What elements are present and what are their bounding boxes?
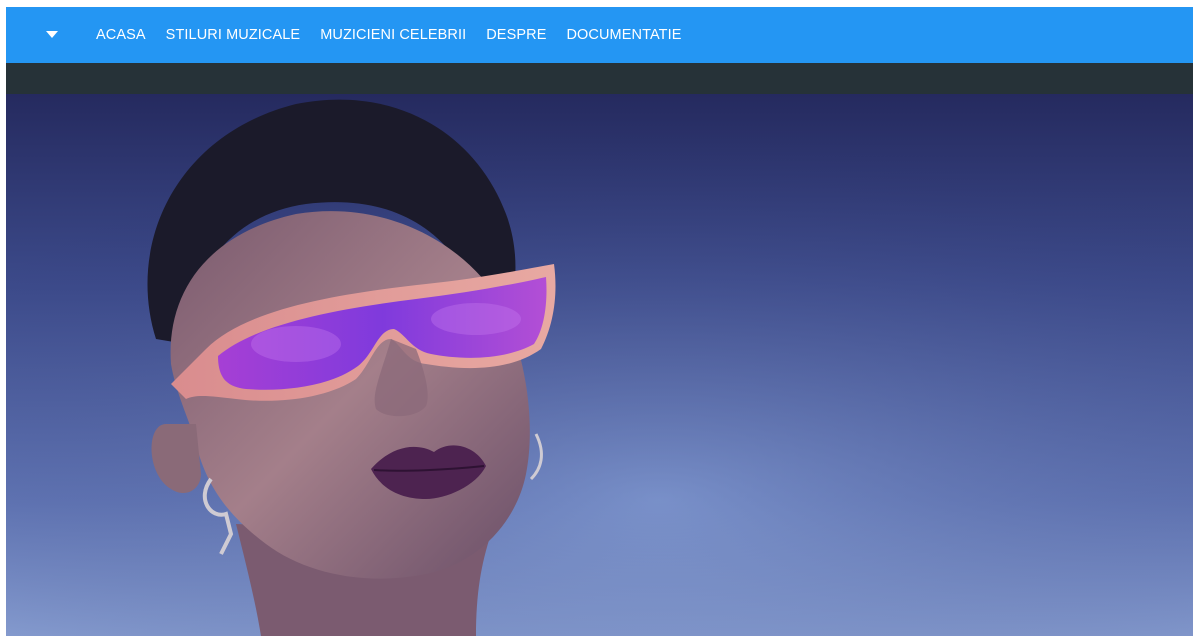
secondary-bar — [6, 63, 1193, 94]
nav-link-muzicieni-celebrii[interactable]: MUZICIENI CELEBRII — [310, 7, 476, 63]
menu-toggle-button[interactable] — [46, 7, 76, 63]
nav-links: ACASA STILURI MUZICALE MUZICIENI CELEBRI… — [86, 7, 692, 63]
nav-link-despre[interactable]: DESPRE — [476, 7, 556, 63]
portrait-photo — [6, 94, 1193, 636]
hero-image — [6, 94, 1193, 636]
nav-link-acasa[interactable]: ACASA — [86, 7, 156, 63]
nav-link-stiluri-muzicale[interactable]: STILURI MUZICALE — [156, 7, 311, 63]
page-frame: ACASA STILURI MUZICALE MUZICIENI CELEBRI… — [6, 7, 1193, 636]
top-navbar: ACASA STILURI MUZICALE MUZICIENI CELEBRI… — [6, 7, 1193, 63]
caret-down-icon — [46, 31, 58, 38]
nav-link-documentatie[interactable]: DOCUMENTATIE — [556, 7, 691, 63]
